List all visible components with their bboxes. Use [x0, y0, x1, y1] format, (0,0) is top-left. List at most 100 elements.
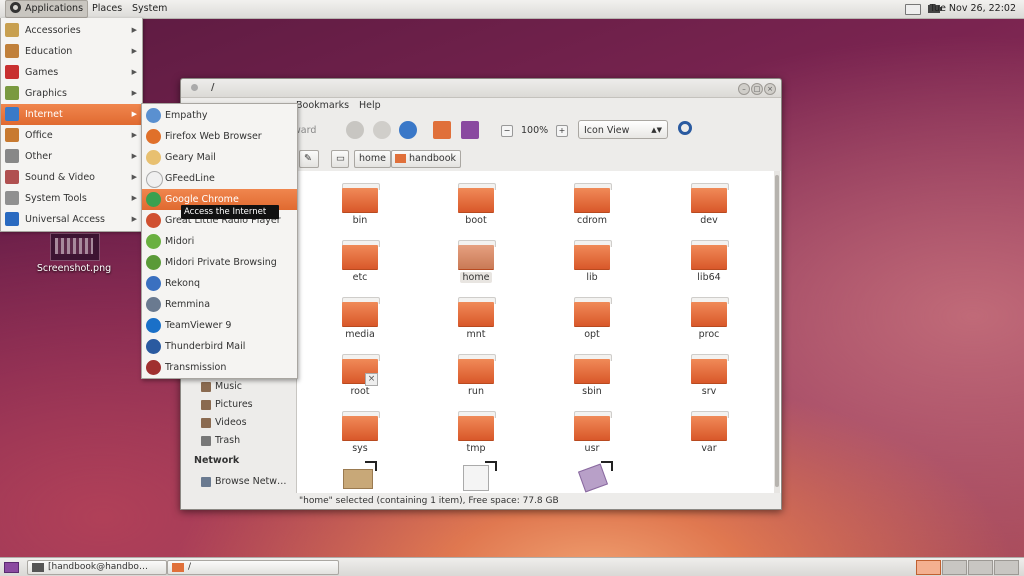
applications-label: Applications: [25, 3, 84, 14]
folder-run[interactable]: run: [436, 354, 516, 406]
folder-srv[interactable]: srv: [669, 354, 749, 406]
folder-mnt[interactable]: mnt: [436, 297, 516, 349]
menu-item-label: System Tools: [25, 193, 87, 204]
menu-item-other[interactable]: Other ▶: [1, 146, 142, 167]
taskbar-item-file-manager[interactable]: /: [167, 560, 339, 575]
image-file-icon[interactable]: [575, 461, 613, 493]
menu-item-gfeedline[interactable]: GFeedLine: [142, 168, 297, 189]
folder-boot[interactable]: boot: [436, 183, 516, 235]
chevron-right-icon: ▶: [131, 173, 137, 181]
games-icon: [5, 65, 19, 79]
menu-item-graphics[interactable]: Graphics ▶: [1, 83, 142, 104]
folder-sbin[interactable]: sbin: [552, 354, 632, 406]
package-file-icon[interactable]: [337, 461, 377, 489]
menu-item-internet[interactable]: Internet ▶: [1, 104, 142, 125]
sidebar-item-label: Pictures: [215, 399, 253, 410]
folder-media[interactable]: media: [320, 297, 400, 349]
keyboard-icon[interactable]: [905, 4, 921, 15]
folder-var[interactable]: var: [669, 411, 749, 463]
chrome-icon: [146, 192, 161, 207]
system-menu-button[interactable]: System: [128, 1, 171, 17]
root-drive-button[interactable]: ▭: [331, 150, 349, 168]
workspace-3[interactable]: [968, 560, 993, 575]
folder-bin[interactable]: bin: [320, 183, 400, 235]
sidebar-item-label: Browse Netw…: [215, 476, 287, 487]
window-menu-icon[interactable]: [191, 84, 198, 91]
help-menu[interactable]: Help: [359, 100, 381, 111]
text-file-icon[interactable]: [457, 461, 497, 491]
zoom-in-button[interactable]: +: [556, 125, 568, 137]
zoom-out-button[interactable]: −: [501, 125, 513, 137]
computer-icon[interactable]: [461, 121, 479, 139]
folder-label: srv: [701, 386, 717, 397]
menu-item-empathy[interactable]: Empathy: [142, 105, 297, 126]
menu-item-midori[interactable]: Midori: [142, 231, 297, 252]
menu-item-sound-video[interactable]: Sound & Video ▶: [1, 167, 142, 188]
menu-item-teamviewer-9[interactable]: TeamViewer 9: [142, 315, 297, 336]
folder-usr[interactable]: usr: [552, 411, 632, 463]
chevron-right-icon: ▶: [131, 131, 137, 139]
folder-proc[interactable]: proc: [669, 297, 749, 349]
desktop-file-screenshot[interactable]: Screenshot.png: [32, 233, 116, 278]
folder-tmp[interactable]: tmp: [436, 411, 516, 463]
minimize-button[interactable]: –: [738, 83, 750, 95]
window-titlebar[interactable]: / – □ ×: [181, 79, 781, 98]
clock[interactable]: Tue Nov 26, 22:02: [930, 3, 1016, 14]
menu-item-firefox-web-browser[interactable]: Firefox Web Browser: [142, 126, 297, 147]
geary-mail-icon: [146, 150, 161, 165]
reload-icon[interactable]: [399, 121, 417, 139]
edit-location-button[interactable]: ✎: [299, 150, 319, 168]
folder-opt[interactable]: opt: [552, 297, 632, 349]
folder-label: tmp: [466, 443, 486, 454]
menu-item-geary-mail[interactable]: Geary Mail: [142, 147, 297, 168]
applications-menu-button[interactable]: Applications: [5, 0, 89, 18]
home-folder-icon[interactable]: [433, 121, 451, 139]
menu-item-universal-access[interactable]: Universal Access ▶: [1, 209, 142, 230]
scrollbar-thumb[interactable]: [775, 175, 779, 487]
folder-home[interactable]: home: [436, 240, 516, 292]
education-icon: [5, 44, 19, 58]
menu-item-rekonq[interactable]: Rekonq: [142, 273, 297, 294]
search-icon[interactable]: [678, 121, 692, 135]
folder-view[interactable]: bin boot cdrom dev etc home lib lib64 media mnt op…: [296, 171, 781, 493]
menu-item-midori-private-browsing[interactable]: Midori Private Browsing: [142, 252, 297, 273]
folder-dev[interactable]: dev: [669, 183, 749, 235]
taskbar-item-label: /: [188, 562, 192, 572]
bottom-panel: [handbook@handbo… /: [0, 557, 1024, 576]
places-menu-button[interactable]: Places: [88, 1, 126, 17]
folder-label: proc: [698, 329, 720, 340]
menu-item-transmission[interactable]: Transmission: [142, 357, 297, 378]
bookmarks-menu[interactable]: Bookmarks: [296, 100, 349, 111]
radio-icon: [146, 213, 161, 228]
menu-item-accessories[interactable]: Accessories ▶: [1, 20, 142, 41]
menu-item-thunderbird-mail[interactable]: Thunderbird Mail: [142, 336, 297, 357]
pictures-folder-icon: [201, 400, 211, 410]
taskbar-item-terminal[interactable]: [handbook@handbo…: [27, 560, 167, 575]
close-button[interactable]: ×: [764, 83, 776, 95]
videos-folder-icon: [201, 418, 211, 428]
up-arrow-icon[interactable]: [346, 121, 364, 139]
menu-item-remmina[interactable]: Remmina: [142, 294, 297, 315]
menu-item-education[interactable]: Education ▶: [1, 41, 142, 62]
menu-item-office[interactable]: Office ▶: [1, 125, 142, 146]
folder-icon: [458, 354, 496, 384]
folder-lib[interactable]: lib: [552, 240, 632, 292]
workspace-2[interactable]: [942, 560, 967, 575]
maximize-button[interactable]: □: [751, 83, 763, 95]
folder-sys[interactable]: sys: [320, 411, 400, 463]
folder-root[interactable]: root ×: [320, 354, 400, 406]
workspace-1[interactable]: [916, 560, 941, 575]
breadcrumb-home[interactable]: home: [354, 150, 391, 168]
breadcrumb-handbook[interactable]: handbook: [391, 150, 462, 168]
stop-icon[interactable]: [373, 121, 391, 139]
transmission-icon: [146, 360, 161, 375]
menu-item-games[interactable]: Games ▶: [1, 62, 142, 83]
view-mode-select[interactable]: Icon View ▲▼: [578, 120, 668, 139]
show-desktop-icon[interactable]: [4, 562, 19, 573]
workspace-4[interactable]: [994, 560, 1019, 575]
folder-etc[interactable]: etc: [320, 240, 400, 292]
folder-cdrom[interactable]: cdrom: [552, 183, 632, 235]
menu-item-system-tools[interactable]: System Tools ▶: [1, 188, 142, 209]
midori-icon: [146, 234, 161, 249]
folder-lib64[interactable]: lib64: [669, 240, 749, 292]
